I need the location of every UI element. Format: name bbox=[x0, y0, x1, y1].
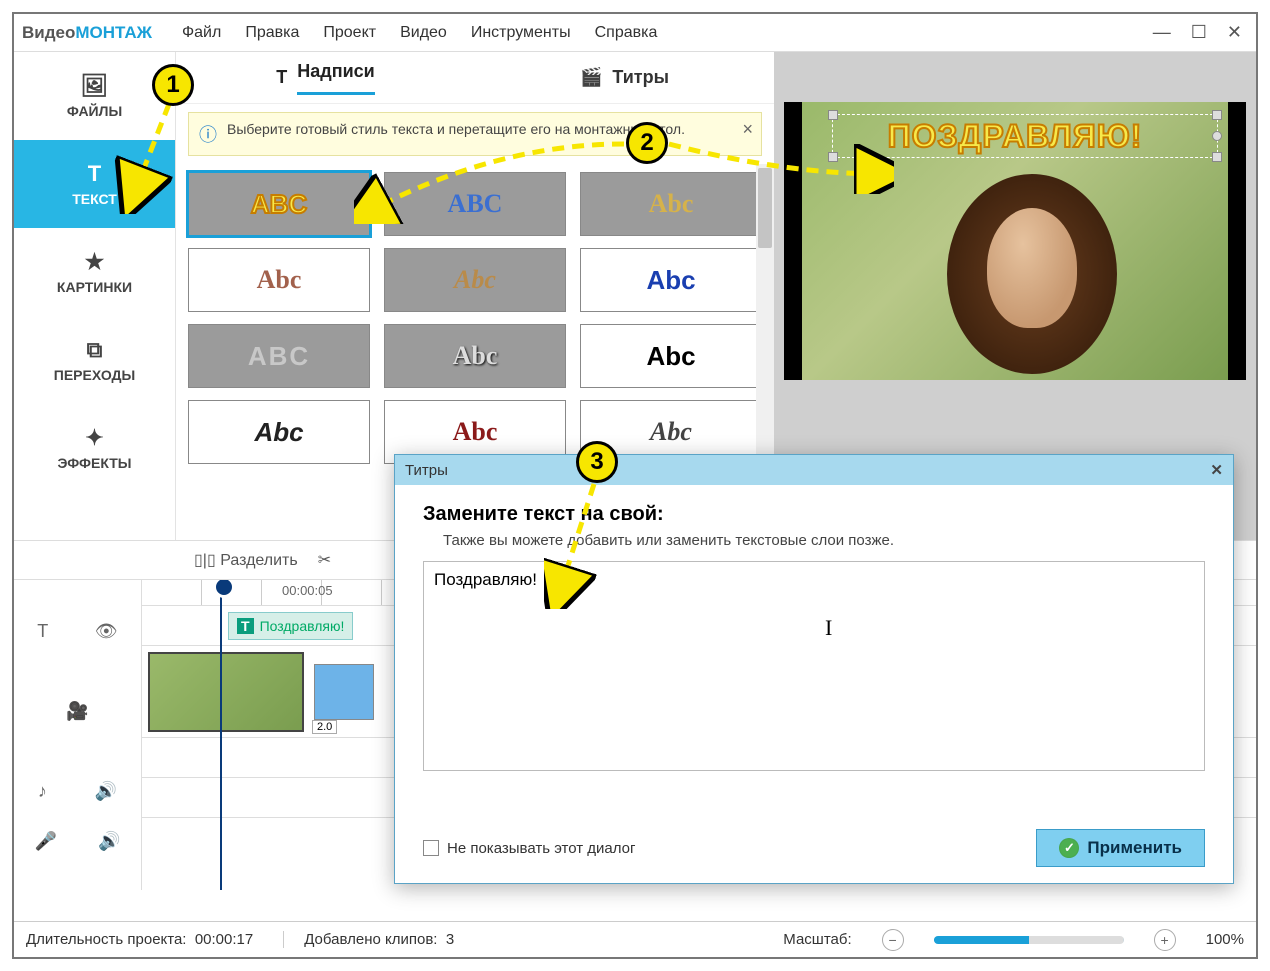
sidebar-item-text[interactable]: TТЕКСТ bbox=[14, 140, 175, 228]
tip-text: Выберите готовый стиль текста и перетащи… bbox=[227, 121, 685, 137]
speaker-icon[interactable]: 🔊 bbox=[95, 781, 117, 802]
video-track-icon: 🎥 bbox=[66, 701, 88, 722]
menu-video[interactable]: Видео bbox=[400, 24, 447, 42]
menu-project[interactable]: Проект bbox=[323, 24, 376, 42]
annotation-bubble-2: 2 bbox=[626, 122, 668, 164]
text-style-1[interactable]: ABC bbox=[188, 172, 370, 236]
playhead[interactable] bbox=[220, 580, 222, 890]
zoom-out-button[interactable]: − bbox=[882, 929, 904, 951]
transition-duration: 2.0 bbox=[312, 720, 337, 734]
menubar: Файл Правка Проект Видео Инструменты Спр… bbox=[182, 24, 657, 42]
text-clip[interactable]: TПоздравляю! bbox=[228, 612, 353, 640]
text-style-6[interactable]: Abc bbox=[580, 248, 762, 312]
text-style-9[interactable]: Abc bbox=[580, 324, 762, 388]
layers-icon: ⧉ bbox=[87, 337, 103, 363]
preview-overlay-text[interactable]: ПОЗДРАВЛЯЮ! bbox=[888, 118, 1143, 155]
app-logo: ВидеоМОНТАЖ bbox=[22, 23, 152, 43]
eye-icon[interactable]: 👁 bbox=[95, 621, 118, 642]
image-icon: 🖼 bbox=[81, 73, 109, 99]
film-icon: 🎬 bbox=[580, 67, 602, 88]
text-style-2[interactable]: ABC bbox=[384, 172, 566, 236]
music-track-icon: ♪ bbox=[38, 781, 47, 802]
text-style-7[interactable]: ABC bbox=[188, 324, 370, 388]
check-icon: ✓ bbox=[1059, 838, 1079, 858]
maximize-icon[interactable]: ☐ bbox=[1191, 22, 1207, 43]
minimize-icon[interactable]: — bbox=[1153, 22, 1171, 43]
zoom-in-button[interactable]: + bbox=[1154, 929, 1176, 951]
project-duration: 00:00:17 bbox=[195, 931, 253, 948]
zoom-slider[interactable] bbox=[934, 937, 1124, 943]
tab-titles[interactable]: 🎬Титры bbox=[475, 67, 774, 88]
text-track-icon: T bbox=[37, 621, 48, 642]
tab-labels[interactable]: TНадписи bbox=[176, 61, 475, 95]
text-style-8[interactable]: Abc bbox=[384, 324, 566, 388]
menu-help[interactable]: Справка bbox=[595, 24, 658, 42]
sidebar-item-files[interactable]: 🖼ФАЙЛЫ bbox=[14, 52, 175, 140]
tip-close-icon[interactable]: × bbox=[742, 119, 753, 140]
apply-button[interactable]: ✓Применить bbox=[1036, 829, 1205, 867]
close-icon[interactable]: ✕ bbox=[1227, 22, 1242, 43]
clip-count: 3 bbox=[446, 931, 454, 948]
sidebar-item-images[interactable]: ★КАРТИНКИ bbox=[14, 228, 175, 316]
video-clip-2[interactable] bbox=[314, 664, 374, 720]
dialog-close-icon[interactable]: ✕ bbox=[1210, 461, 1223, 479]
text-style-5[interactable]: Abc bbox=[384, 248, 566, 312]
tip-box: ⓘ Выберите готовый стиль текста и перета… bbox=[188, 112, 762, 156]
statusbar: Длительность проекта: 00:00:17 Добавлено… bbox=[14, 921, 1256, 957]
text-style-grid: ABCABCAbcAbcAbcAbcABCAbcAbcAbcAbcAbc bbox=[188, 172, 762, 464]
mic-track-icon: 🎤 bbox=[35, 831, 57, 852]
speaker-icon[interactable]: 🔊 bbox=[98, 831, 120, 852]
video-clip-1[interactable] bbox=[148, 652, 304, 732]
annotation-bubble-3: 3 bbox=[576, 441, 618, 483]
text-cursor-icon: I bbox=[825, 615, 832, 641]
star-icon: ★ bbox=[85, 249, 105, 275]
menu-tools[interactable]: Инструменты bbox=[471, 24, 571, 42]
titlebar: ВидеоМОНТАЖ Файл Правка Проект Видео Инс… bbox=[14, 14, 1256, 52]
dialog-titlebar[interactable]: Титры ✕ bbox=[395, 455, 1233, 485]
wand-icon: ✦ bbox=[85, 425, 103, 451]
dont-show-checkbox[interactable]: Не показывать этот диалог bbox=[423, 840, 635, 857]
text-icon: T bbox=[88, 161, 101, 187]
titles-dialog: Титры ✕ Замените текст на свой: Также вы… bbox=[394, 454, 1234, 884]
ruler-time: 00:00:05 bbox=[282, 583, 333, 598]
preview-video[interactable]: ПОЗДРАВЛЯЮ! bbox=[784, 102, 1246, 380]
split-button[interactable]: ▯|▯ Разделить bbox=[194, 550, 298, 570]
dialog-heading: Замените текст на свой: bbox=[423, 503, 1205, 526]
info-icon: ⓘ bbox=[199, 121, 217, 147]
title-text-input[interactable] bbox=[423, 561, 1205, 771]
sidebar-item-transitions[interactable]: ⧉ПЕРЕХОДЫ bbox=[14, 316, 175, 404]
sidebar: 🖼ФАЙЛЫ TТЕКСТ ★КАРТИНКИ ⧉ПЕРЕХОДЫ ✦ЭФФЕК… bbox=[14, 52, 176, 540]
menu-edit[interactable]: Правка bbox=[245, 24, 299, 42]
sidebar-item-effects[interactable]: ✦ЭФФЕКТЫ bbox=[14, 404, 175, 492]
menu-file[interactable]: Файл bbox=[182, 24, 221, 42]
dialog-subtext: Также вы можете добавить или заменить те… bbox=[443, 532, 1205, 549]
annotation-bubble-1: 1 bbox=[152, 64, 194, 106]
text-style-10[interactable]: Abc bbox=[188, 400, 370, 464]
cut-icon[interactable]: ✂ bbox=[318, 550, 331, 570]
text-style-3[interactable]: Abc bbox=[580, 172, 762, 236]
text-style-4[interactable]: Abc bbox=[188, 248, 370, 312]
zoom-percent: 100% bbox=[1206, 931, 1244, 948]
